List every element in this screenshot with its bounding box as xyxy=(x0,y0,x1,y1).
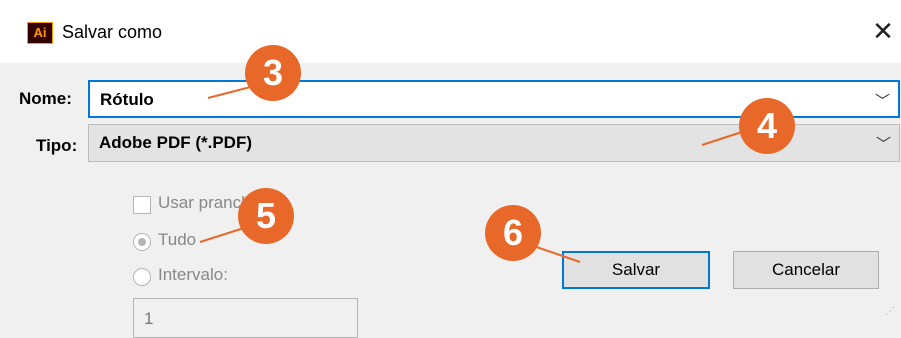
intervalo-value: 1 xyxy=(144,309,154,328)
usar-pranchetas-checkbox[interactable] xyxy=(133,196,151,214)
callout-4-badge: 4 xyxy=(739,98,795,154)
tudo-radio[interactable] xyxy=(133,233,151,251)
nome-label: Nome: xyxy=(19,89,72,108)
save-as-dialog: Ai Salvar como ✕ Nome: Rótulo ﹀ Tipo: Ad… xyxy=(0,0,901,338)
adobe-illustrator-icon: Ai xyxy=(27,22,53,44)
intervalo-input[interactable]: 1 xyxy=(133,298,358,338)
tipo-label: Tipo: xyxy=(36,136,78,155)
tipo-value: Adobe PDF (*.PDF) xyxy=(99,133,252,152)
intervalo-radio[interactable] xyxy=(133,268,151,286)
chevron-down-icon[interactable]: ﹀ xyxy=(876,133,891,154)
intervalo-label: Intervalo: xyxy=(158,265,228,284)
tudo-label: Tudo xyxy=(158,230,197,249)
resize-grip-icon[interactable]: ⋰ xyxy=(885,306,895,317)
close-icon[interactable]: ✕ xyxy=(868,16,898,46)
window-title: Salvar como xyxy=(62,22,163,42)
callout-3-badge: 3 xyxy=(245,45,301,101)
callout-6-badge: 6 xyxy=(485,205,541,261)
save-button[interactable]: Salvar xyxy=(562,251,710,289)
title-bar: Ai Salvar como ✕ xyxy=(0,0,901,63)
nome-value: Rótulo xyxy=(100,90,154,109)
chevron-down-icon[interactable]: ﹀ xyxy=(875,90,890,111)
callout-5-badge: 5 xyxy=(238,188,294,244)
cancel-button[interactable]: Cancelar xyxy=(733,251,879,289)
